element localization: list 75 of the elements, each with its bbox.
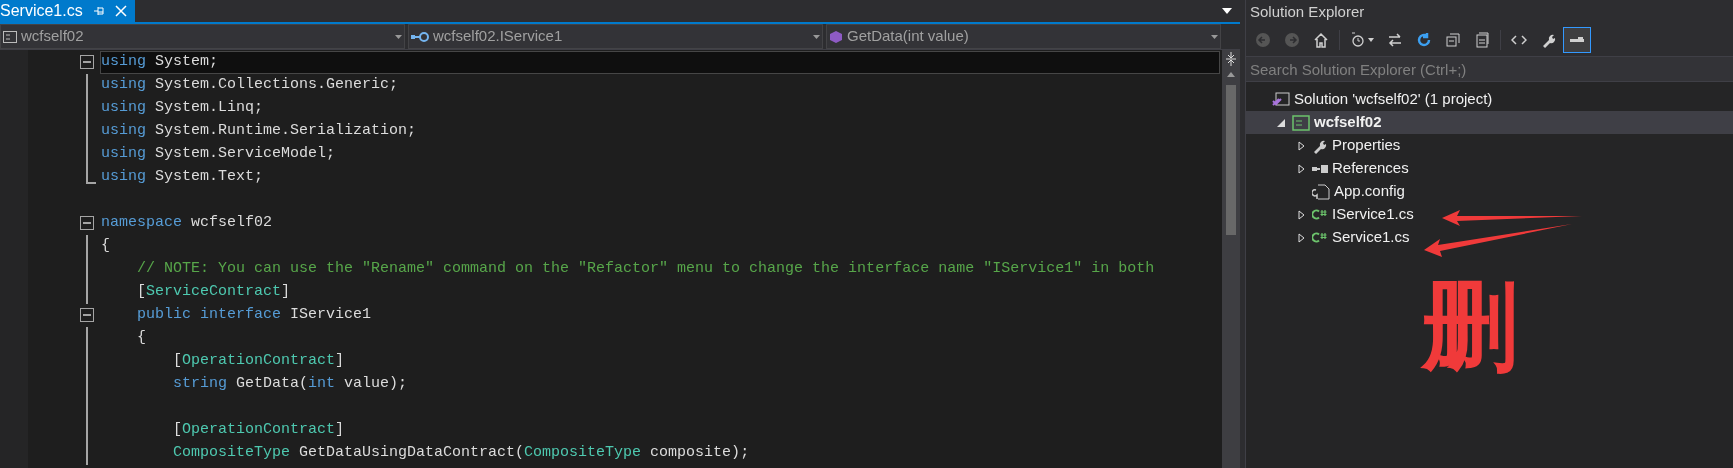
- tree-item-label: IService1.cs: [1332, 204, 1414, 225]
- code-line: using System.Linq;: [101, 98, 264, 119]
- code-line: [ServiceContract]: [136, 282, 291, 303]
- csharp-file-icon: [1312, 209, 1328, 220]
- tree-item-label: App.config: [1334, 181, 1405, 202]
- show-all-icon: [1474, 32, 1490, 48]
- code-line: public interface IService1: [136, 305, 372, 326]
- fold-guide-end: [86, 166, 96, 184]
- tree-item[interactable]: wcfself02: [1246, 111, 1733, 134]
- fold-toggle-icon[interactable]: [80, 308, 94, 322]
- tree-item[interactable]: IService1.cs: [1246, 203, 1733, 226]
- caret-icon: [1211, 34, 1218, 39]
- code-line: using System;: [101, 52, 219, 73]
- config-file-icon: [1312, 183, 1330, 200]
- scroll-up-icon[interactable]: [1227, 72, 1235, 77]
- tree-item-label: References: [1332, 158, 1409, 179]
- tree-item[interactable]: App.config: [1246, 180, 1733, 203]
- csharp-project-icon: [3, 30, 17, 43]
- search-field[interactable]: Search Solution Explorer (Ctrl+;): [1246, 56, 1733, 82]
- navigation-dropdown[interactable]: wcfself02.IService1: [408, 24, 823, 49]
- tree-item-label: wcfself02: [1314, 112, 1382, 133]
- code-line: string GetData(int value);: [172, 374, 408, 395]
- tree-item[interactable]: Solution 'wcfself02' (1 project): [1246, 88, 1733, 111]
- code-line: using System.ServiceModel;: [101, 144, 336, 165]
- code-line: // NOTE: You can use the "Rename" command on the "Refactor" menu to change the interface name "IService1" in both: [136, 259, 1155, 280]
- preview-button[interactable]: [1563, 27, 1591, 53]
- refresh-icon: [1416, 32, 1432, 48]
- close-icon[interactable]: [114, 5, 127, 17]
- csharp-file-icon: [1312, 232, 1328, 243]
- back-icon: [1255, 32, 1271, 48]
- method-icon: [829, 29, 843, 44]
- home-icon: [1313, 32, 1329, 48]
- code-line: namespace wcfself02: [101, 213, 273, 234]
- handwritten-annotation: 删: [1422, 278, 1518, 374]
- code-line: {: [101, 236, 110, 257]
- code-line: using System.Runtime.Serialization;: [101, 121, 417, 142]
- tree-item-label: Solution 'wcfself02' (1 project): [1294, 89, 1493, 110]
- interface-icon: [411, 31, 429, 42]
- tree-item[interactable]: References: [1246, 157, 1733, 180]
- csharp-project-icon: [1292, 114, 1310, 131]
- code-line: [OperationContract]: [172, 351, 345, 372]
- caret-icon: [1368, 38, 1374, 42]
- history-icon: [1350, 32, 1366, 48]
- caret-icon: [395, 34, 402, 39]
- sync-icon: [1387, 32, 1403, 48]
- code-line: {: [136, 328, 146, 349]
- tree-item[interactable]: Service1.cs: [1246, 226, 1733, 249]
- caret-icon: [813, 34, 820, 39]
- collapsed-arrow-icon[interactable]: [1297, 140, 1305, 151]
- forward-icon: [1284, 32, 1300, 48]
- references-icon: [1312, 163, 1328, 174]
- pin-icon[interactable]: [92, 5, 105, 17]
- code-line: [OperationContract]: [172, 420, 345, 441]
- collapse-icon: [1445, 32, 1461, 48]
- code-line: using System.Text;: [101, 167, 264, 188]
- split-handle-icon[interactable]: [1226, 52, 1236, 66]
- tree-item[interactable]: Properties: [1246, 134, 1733, 157]
- editor-tab[interactable]: Service1.cs: [0, 0, 135, 22]
- navigation-dropdown[interactable]: GetData(int value): [826, 24, 1221, 49]
- code-line: using System.Collections.Generic;: [101, 75, 399, 96]
- collapsed-arrow-icon[interactable]: [1297, 232, 1305, 243]
- tree-item-label: Service1.cs: [1332, 227, 1410, 248]
- collapsed-arrow-icon[interactable]: [1297, 163, 1305, 174]
- vertical-scrollbar[interactable]: [1222, 50, 1240, 468]
- fold-toggle-icon[interactable]: [80, 216, 94, 230]
- code-line: CompositeType GetDataUsingDataContract(CompositeType composite);: [172, 443, 750, 464]
- collapsed-arrow-icon[interactable]: [1297, 209, 1305, 220]
- navigation-dropdown[interactable]: wcfself02: [0, 24, 405, 49]
- solution-icon: [1272, 91, 1290, 108]
- tree-item-label: Properties: [1332, 135, 1401, 156]
- scrollbar-thumb[interactable]: [1226, 85, 1236, 235]
- fold-toggle-icon[interactable]: [80, 55, 94, 69]
- panel-title: Solution Explorer: [1250, 1, 1365, 22]
- tab-list-dropdown-icon[interactable]: [1222, 8, 1232, 14]
- expanded-arrow-icon[interactable]: [1277, 118, 1285, 127]
